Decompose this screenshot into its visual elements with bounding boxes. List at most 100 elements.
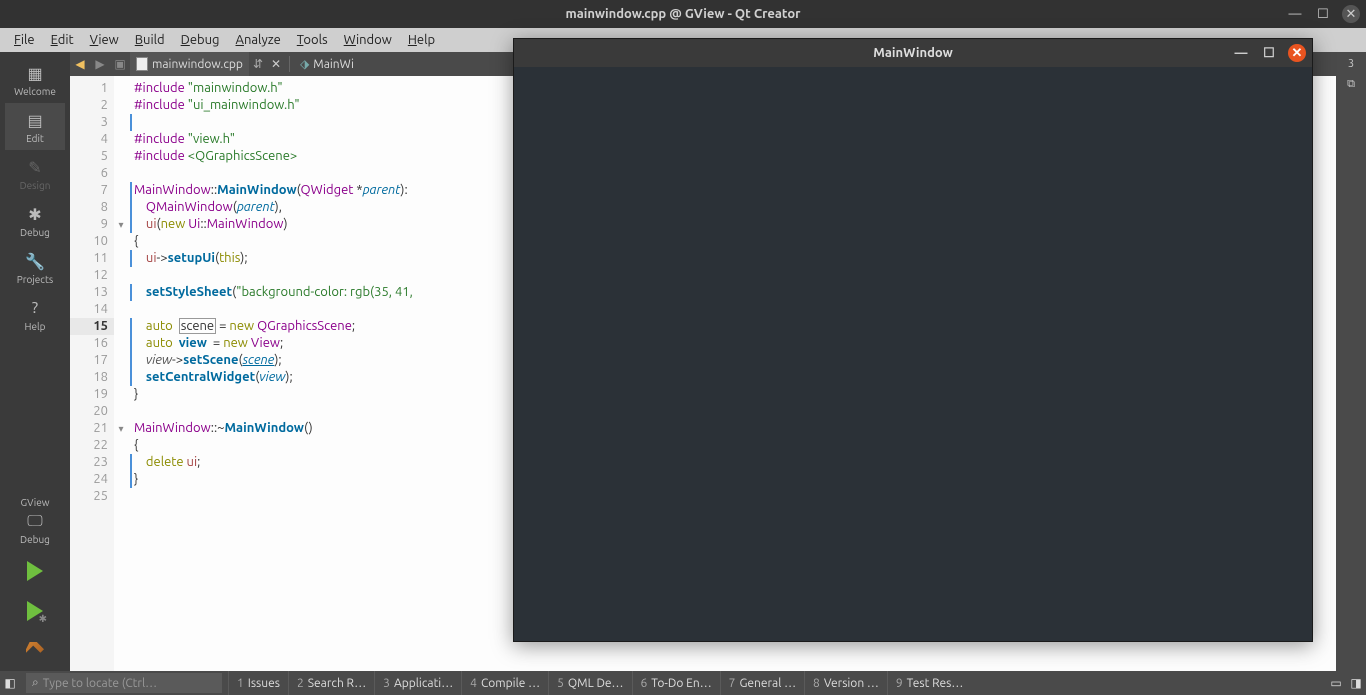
menu-analyze[interactable]: Analyze xyxy=(228,31,289,49)
line-number[interactable]: 15 xyxy=(70,318,114,335)
child-close-button[interactable]: ✕ xyxy=(1288,44,1306,62)
line-number[interactable]: 6 xyxy=(70,165,114,182)
child-maximize-button[interactable]: ☐ xyxy=(1260,44,1278,62)
kit-selector[interactable]: GView🖵Debug xyxy=(5,491,65,551)
fold-marker[interactable] xyxy=(114,165,128,182)
line-number[interactable]: 25 xyxy=(70,488,114,505)
split-icon[interactable]: ⧉ xyxy=(1338,74,1364,94)
mode-edit[interactable]: ▤Edit xyxy=(5,103,65,150)
line-number[interactable]: 22 xyxy=(70,437,114,454)
line-number[interactable]: 5 xyxy=(70,148,114,165)
fold-marker[interactable] xyxy=(114,369,128,386)
menu-help[interactable]: Help xyxy=(400,31,443,49)
line-number[interactable]: 16 xyxy=(70,335,114,352)
output-pane-4[interactable]: 4Compile … xyxy=(461,671,548,695)
fold-column[interactable]: ▾▾ xyxy=(114,76,128,671)
fold-marker[interactable] xyxy=(114,250,128,267)
fold-marker[interactable] xyxy=(114,301,128,318)
line-number[interactable]: 9 xyxy=(70,216,114,233)
output-pane-8[interactable]: 8Version … xyxy=(804,671,887,695)
output-pane-2[interactable]: 2Search R… xyxy=(288,671,374,695)
line-number[interactable]: 14 xyxy=(70,301,114,318)
line-number[interactable]: 3 xyxy=(70,114,114,131)
line-number[interactable]: 2 xyxy=(70,97,114,114)
line-number[interactable]: 10 xyxy=(70,233,114,250)
tab-selector-icon[interactable]: ⇵ xyxy=(249,57,267,71)
nav-back-button[interactable]: ◀ xyxy=(70,57,90,71)
mode-help[interactable]: ?Help xyxy=(5,291,65,338)
line-number-gutter[interactable]: 1234567891011121314151617181920212223242… xyxy=(70,76,114,671)
line-number[interactable]: 20 xyxy=(70,403,114,420)
maximize-button[interactable]: ☐ xyxy=(1314,5,1332,23)
line-number[interactable]: 1 xyxy=(70,80,114,97)
output-pane-3[interactable]: 3Applicati… xyxy=(374,671,461,695)
fold-marker[interactable] xyxy=(114,403,128,420)
build-button[interactable] xyxy=(15,635,55,667)
run-button[interactable] xyxy=(15,555,55,587)
fold-marker[interactable] xyxy=(114,182,128,199)
file-tab[interactable]: mainwindow.cpp xyxy=(130,52,249,76)
output-pane-5[interactable]: 5QML De… xyxy=(548,671,631,695)
line-number[interactable]: 13 xyxy=(70,284,114,301)
output-pane-6[interactable]: 6To-Do En… xyxy=(632,671,720,695)
mode-projects[interactable]: 🔧Projects xyxy=(5,244,65,291)
mode-debug[interactable]: ✱Debug xyxy=(5,197,65,244)
fold-marker[interactable] xyxy=(114,335,128,352)
output-pane-1[interactable]: 1Issues xyxy=(228,671,288,695)
menu-debug[interactable]: Debug xyxy=(173,31,228,49)
fold-marker[interactable] xyxy=(114,352,128,369)
child-titlebar[interactable]: MainWindow — ☐ ✕ xyxy=(514,39,1312,67)
fold-marker[interactable] xyxy=(114,233,128,250)
fold-marker[interactable]: ▾ xyxy=(114,216,128,233)
line-number[interactable]: 8 xyxy=(70,199,114,216)
line-number[interactable]: 18 xyxy=(70,369,114,386)
menu-edit[interactable]: Edit xyxy=(43,31,82,49)
line-number[interactable]: 11 xyxy=(70,250,114,267)
line-number[interactable]: 7 xyxy=(70,182,114,199)
fold-marker[interactable]: ▾ xyxy=(114,420,128,437)
locator-input[interactable]: ⌕ Type to locate (Ctrl… xyxy=(26,673,222,693)
fold-marker[interactable] xyxy=(114,437,128,454)
output-toggle-icon[interactable]: ▭ xyxy=(1326,671,1346,695)
output-pane-9[interactable]: 9Test Res… xyxy=(887,671,971,695)
output-pane-7[interactable]: 7General … xyxy=(720,671,804,695)
line-number[interactable]: 21 xyxy=(70,420,114,437)
right-split-icon[interactable]: ◨ xyxy=(1346,671,1366,695)
menu-file[interactable]: File xyxy=(6,31,43,49)
run-debug-button[interactable]: ✱ xyxy=(15,595,55,627)
fold-marker[interactable] xyxy=(114,131,128,148)
right-sidebar-label[interactable]: 3 xyxy=(1338,54,1364,74)
menu-tools[interactable]: Tools xyxy=(289,31,336,49)
nav-forward-button[interactable]: ▶ xyxy=(90,57,110,71)
fold-marker[interactable] xyxy=(114,97,128,114)
fold-marker[interactable] xyxy=(114,318,128,335)
line-number[interactable]: 4 xyxy=(70,131,114,148)
fold-marker[interactable] xyxy=(114,114,128,131)
fold-marker[interactable] xyxy=(114,80,128,97)
child-minimize-button[interactable]: — xyxy=(1232,44,1250,62)
sidebar-toggle-icon[interactable]: ◧ xyxy=(0,671,20,695)
child-body[interactable] xyxy=(514,67,1312,641)
fold-marker[interactable] xyxy=(114,148,128,165)
bookmark-icon[interactable]: ▣ xyxy=(110,57,130,71)
tab-close-button[interactable]: ✕ xyxy=(267,57,285,71)
menu-view[interactable]: View xyxy=(82,31,127,49)
secondary-tab[interactable]: ⬗ MainWi xyxy=(294,52,360,76)
minimize-button[interactable]: — xyxy=(1286,5,1304,23)
fold-marker[interactable] xyxy=(114,199,128,216)
fold-marker[interactable] xyxy=(114,284,128,301)
line-number[interactable]: 17 xyxy=(70,352,114,369)
close-button[interactable]: ✕ xyxy=(1342,5,1360,23)
fold-marker[interactable] xyxy=(114,454,128,471)
line-number[interactable]: 24 xyxy=(70,471,114,488)
line-number[interactable]: 19 xyxy=(70,386,114,403)
line-number[interactable]: 23 xyxy=(70,454,114,471)
mode-welcome[interactable]: ▦Welcome xyxy=(5,56,65,103)
fold-marker[interactable] xyxy=(114,386,128,403)
fold-marker[interactable] xyxy=(114,488,128,505)
fold-marker[interactable] xyxy=(114,471,128,488)
menu-build[interactable]: Build xyxy=(127,31,173,49)
line-number[interactable]: 12 xyxy=(70,267,114,284)
fold-marker[interactable] xyxy=(114,267,128,284)
menu-window[interactable]: Window xyxy=(336,31,400,49)
